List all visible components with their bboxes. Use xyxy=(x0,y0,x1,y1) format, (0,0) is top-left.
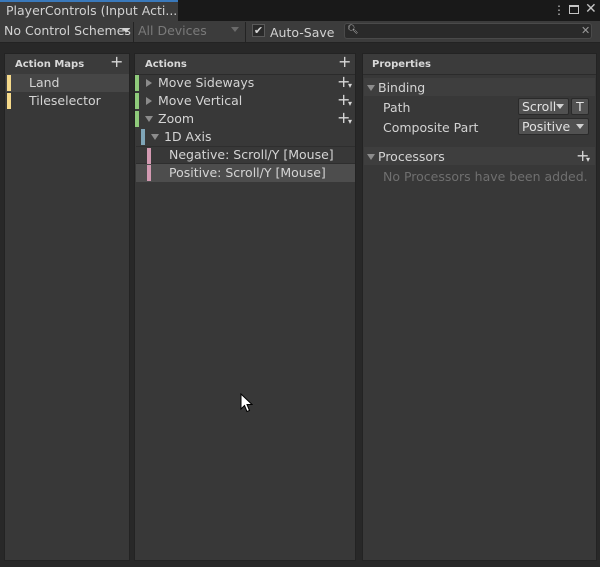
composite-part-value: Positive xyxy=(522,119,571,134)
color-stripe xyxy=(141,129,145,145)
autosave-label: Auto-Save xyxy=(270,25,335,40)
collapse-arrow-icon[interactable] xyxy=(145,116,153,122)
action-map-label: Land xyxy=(29,75,60,90)
control-scheme-dropdown[interactable]: No Control Schemes xyxy=(4,23,131,38)
action-map-item[interactable]: Land xyxy=(6,74,129,92)
binding-item[interactable]: Positive: Scroll/Y [Mouse] xyxy=(136,164,355,182)
path-label: Path xyxy=(383,100,411,115)
properties-title: Properties xyxy=(372,59,431,70)
window-title: PlayerControls (Input Acti... xyxy=(6,3,176,18)
action-item[interactable]: Zoom + ▾ xyxy=(135,110,355,128)
clear-icon[interactable]: ✕ xyxy=(581,24,590,37)
maximize-icon[interactable] xyxy=(569,5,579,14)
close-icon[interactable]: ✕ xyxy=(585,1,597,17)
expand-arrow-icon[interactable] xyxy=(146,97,152,105)
path-value: Scroll xyxy=(522,99,557,114)
search-icon: 🔍︎ xyxy=(347,25,359,35)
toolbar-divider xyxy=(245,22,246,42)
collapse-arrow-icon[interactable] xyxy=(151,134,159,140)
action-label: Move Vertical xyxy=(158,93,243,108)
autosave-checkbox[interactable]: ✔ xyxy=(252,24,265,37)
dropdown-mini-icon: ▾ xyxy=(348,117,353,126)
add-action-icon[interactable]: + xyxy=(338,54,351,70)
color-stripe xyxy=(7,75,11,91)
composite-part-label: Composite Part xyxy=(383,120,479,135)
color-stripe xyxy=(7,93,11,109)
action-label: Move Sideways xyxy=(158,75,255,90)
search-input[interactable] xyxy=(344,23,592,39)
dropdown-mini-icon: ▾ xyxy=(348,99,353,108)
action-label: Zoom xyxy=(158,111,195,126)
actions-title: Actions xyxy=(145,59,187,70)
binding-section-title: Binding xyxy=(378,80,426,95)
collapse-arrow-icon[interactable] xyxy=(367,85,375,91)
mouse-cursor-icon xyxy=(240,393,253,413)
dropdown-mini-icon: ▾ xyxy=(586,155,591,164)
action-maps-panel: Action Maps + Land Tileselector xyxy=(4,53,130,561)
devices-dropdown[interactable]: All Devices xyxy=(138,23,207,38)
binding-label: Positive: Scroll/Y [Mouse] xyxy=(169,165,326,180)
color-stripe xyxy=(135,111,139,127)
binding-label: Negative: Scroll/Y [Mouse] xyxy=(169,147,334,162)
action-map-label: Tileselector xyxy=(29,93,101,108)
chevron-down-icon xyxy=(231,27,239,32)
color-stripe xyxy=(135,75,139,91)
action-item[interactable]: Move Vertical + ▾ xyxy=(135,92,355,110)
kebab-menu-icon[interactable]: ⋮ xyxy=(553,3,565,17)
actions-panel: Actions + Move Sideways + ▾ Move Vertica… xyxy=(134,53,356,561)
toolbar-divider xyxy=(133,22,134,42)
color-stripe xyxy=(147,165,151,181)
chevron-down-icon xyxy=(122,28,130,33)
composite-part-dropdown[interactable]: Positive xyxy=(518,118,589,135)
processors-section-title: Processors xyxy=(378,149,445,164)
action-map-item[interactable]: Tileselector xyxy=(6,92,129,110)
expand-arrow-icon[interactable] xyxy=(146,79,152,87)
properties-panel: Properties Binding Path Scroll T Composi… xyxy=(362,53,597,561)
collapse-arrow-icon[interactable] xyxy=(367,154,375,160)
add-action-map-icon[interactable]: + xyxy=(110,54,123,70)
text-mode-button[interactable]: T xyxy=(571,98,589,115)
action-item[interactable]: Move Sideways + ▾ xyxy=(135,74,355,92)
composite-label: 1D Axis xyxy=(164,129,212,144)
binding-item[interactable]: Negative: Scroll/Y [Mouse] xyxy=(136,146,355,164)
color-stripe xyxy=(147,148,151,164)
chevron-down-icon xyxy=(576,124,584,129)
action-maps-title: Action Maps xyxy=(15,59,85,70)
chevron-down-icon xyxy=(556,104,564,109)
processors-empty-text: No Processors have been added. xyxy=(383,169,588,184)
color-stripe xyxy=(135,93,139,109)
path-dropdown[interactable]: Scroll xyxy=(518,98,569,115)
dropdown-mini-icon: ▾ xyxy=(348,81,353,90)
composite-binding-item[interactable]: 1D Axis xyxy=(136,128,355,146)
